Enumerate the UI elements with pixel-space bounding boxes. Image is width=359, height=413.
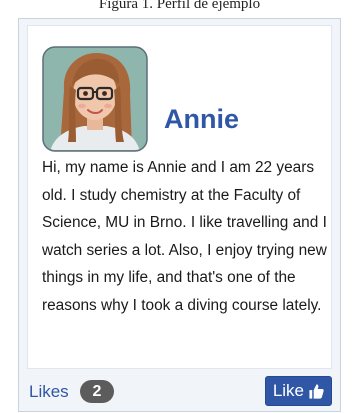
profile-card-body: Annie Hi, my name is Annie and I am 22 y… xyxy=(27,25,332,369)
figure-caption: Figura 1. Perfil de ejemplo xyxy=(98,0,261,12)
like-button[interactable]: Like xyxy=(264,376,332,406)
thumbs-up-icon xyxy=(308,383,325,400)
likes-count-badge: 2 xyxy=(80,380,114,403)
profile-card: Annie Hi, my name is Annie and I am 22 y… xyxy=(18,18,341,412)
profile-name: Annie xyxy=(164,104,240,134)
like-button-label: Like xyxy=(272,381,304,400)
woman-with-glasses-avatar-icon xyxy=(42,46,148,152)
avatar xyxy=(42,46,148,152)
card-footer: Likes 2 Like xyxy=(19,371,340,411)
profile-bio: Hi, my name is Annie and I am 22 years o… xyxy=(42,159,327,314)
likes-label: Likes xyxy=(29,382,69,401)
